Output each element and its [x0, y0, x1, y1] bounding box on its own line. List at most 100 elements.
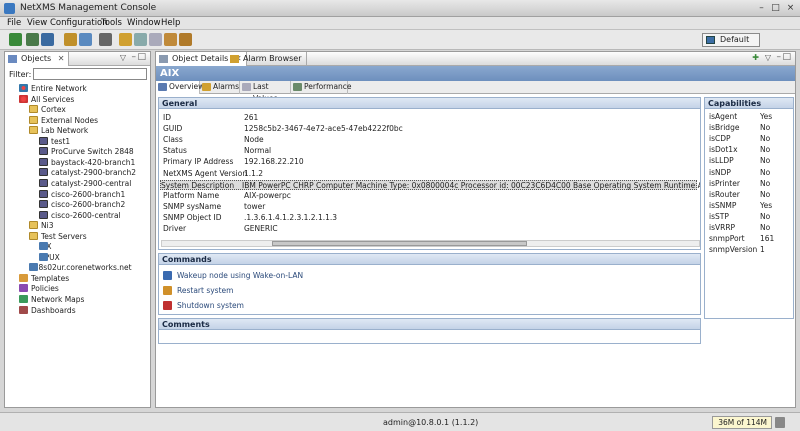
capability-value: No [760, 189, 771, 199]
general-row[interactable]: Class Node [163, 135, 693, 145]
refresh-view-icon[interactable]: ✚ [752, 53, 759, 62]
general-row[interactable]: Primary IP Address 192.168.22.210 [163, 157, 693, 167]
perspective-button[interactable]: Default [702, 33, 760, 47]
capability-row: isLLDP No [707, 156, 791, 166]
general-row[interactable]: GUID 1258c5b2-3467-4e72-ace5-47eb4222f0bc [163, 124, 693, 134]
menu-help[interactable]: Help [161, 18, 180, 28]
general-row[interactable]: SNMP sysName tower [163, 202, 693, 212]
menu-view[interactable]: View [27, 18, 47, 28]
view-menu-icon[interactable]: ▽ [765, 53, 771, 62]
general-row[interactable]: Status Normal [163, 146, 693, 156]
capability-row: isSTP No [707, 212, 791, 222]
tree-item[interactable]: Network Maps [19, 295, 84, 305]
tab-alarms[interactable]: Alarms [200, 81, 240, 94]
menu-tools[interactable]: Tools [101, 18, 122, 28]
tab-objects-label: Objects [21, 54, 52, 63]
node-icon [39, 242, 48, 251]
network-icon[interactable] [41, 33, 54, 46]
general-row-label: ID [163, 113, 171, 122]
capability-value: Yes [760, 200, 773, 210]
tree-item-label: catalyst-2900-branch2 [51, 168, 136, 178]
general-row[interactable]: Driver GENERIC [163, 224, 693, 234]
alarms-icon [202, 83, 211, 91]
menu-configuration[interactable]: Configuration [50, 18, 108, 28]
maximize-view-icon[interactable]: □ [137, 52, 146, 62]
garbage-collect-icon[interactable] [775, 417, 785, 428]
objects-tab-header: Objects ✕ ▽ – □ [5, 52, 150, 66]
capability-value: No [760, 223, 771, 232]
tree-item[interactable]: Ni3 [29, 221, 53, 231]
menu-window[interactable]: Window [127, 18, 161, 28]
copy-icon[interactable] [149, 33, 162, 46]
tree-item[interactable]: HPUX [39, 252, 60, 263]
filter-input[interactable] [33, 68, 147, 80]
tab-overview[interactable]: Overview [156, 81, 204, 94]
tree-item[interactable]: External Nodes [29, 115, 98, 126]
tree-item[interactable]: ProCurve Switch 2848 [39, 147, 134, 157]
scrollbar-thumb[interactable] [272, 241, 527, 246]
tree-item[interactable]: Cortex [29, 105, 66, 115]
tree-item[interactable]: baystack-420-branch1 [39, 157, 135, 168]
tab-alarms-label: Alarms [213, 82, 239, 91]
tree-item[interactable]: Dashboards [19, 305, 76, 316]
login-icon[interactable] [9, 33, 22, 46]
view-menu-icon[interactable]: ▽ [120, 53, 126, 62]
folder-icon[interactable] [64, 33, 77, 46]
dev-icon [39, 147, 48, 156]
tree-item[interactable]: Lab Network [29, 126, 88, 136]
tree-item[interactable]: All Services [19, 94, 74, 105]
tree-item[interactable]: catalyst-2900-branch2 [39, 168, 136, 178]
dev-icon [39, 157, 48, 166]
close-icon[interactable]: × [785, 3, 796, 14]
minimize-icon[interactable]: – [756, 3, 767, 14]
tab-alarm-browser[interactable]: Alarm Browser [227, 52, 307, 66]
tree-item-label: Ni3 [41, 221, 54, 231]
general-row-value: Normal [244, 146, 272, 156]
capability-value: 1 [760, 245, 765, 255]
document-icon[interactable] [134, 33, 147, 46]
capabilities-section: Capabilities isAgent Yes isBridge No isCDP No… [704, 97, 794, 319]
tools-icon[interactable] [179, 33, 192, 46]
tree-item[interactable]: test1 [39, 136, 70, 147]
general-row[interactable]: System Description IBM PowerPC CHRP Compu… [160, 179, 700, 190]
tree-item[interactable]: Entire Network [19, 84, 87, 94]
objects-icon[interactable] [79, 33, 92, 46]
tree-item[interactable]: catalyst-2900-central [39, 178, 131, 189]
tree-item[interactable]: cisco-2600-branch1 [39, 189, 125, 200]
tree-item[interactable]: Test Servers [29, 231, 87, 242]
minimize-view-icon[interactable]: – [132, 52, 137, 62]
minimize-view-icon[interactable]: – [777, 52, 782, 62]
general-row[interactable]: NetXMS Agent Version 1.1.2 [163, 169, 693, 179]
capability-label: isLLDP [709, 156, 734, 166]
performance-icon [293, 83, 302, 91]
refresh-icon[interactable] [26, 33, 39, 46]
tab-objects[interactable]: Objects ✕ [5, 52, 70, 66]
horizontal-scrollbar[interactable] [161, 240, 700, 247]
close-tab-icon[interactable]: ✕ [58, 54, 65, 63]
alarm-icon[interactable] [119, 33, 132, 46]
general-row-value: Node [244, 135, 264, 145]
tree-item[interactable]: Templates [19, 273, 69, 284]
general-row[interactable]: SNMP Object ID .1.3.6.1.4.1.2.3.1.2.1.1.3 [163, 213, 693, 223]
general-row-value: GENERIC [244, 224, 278, 233]
toolbar: Default [0, 30, 800, 50]
list-icon[interactable] [99, 33, 112, 46]
tree-item[interactable]: AIX [39, 242, 51, 252]
general-row[interactable]: Platform Name AIX-powerpc [163, 191, 693, 201]
tab-performance[interactable]: Performance [291, 81, 352, 94]
maximize-view-icon[interactable]: □ [782, 52, 791, 62]
menu-file[interactable]: File [7, 18, 21, 28]
node-icon [39, 252, 48, 261]
capability-value: No [760, 167, 771, 177]
details-tab-icon [159, 55, 168, 63]
restart-icon [163, 286, 172, 295]
tree-item[interactable]: cisco-2600-central [39, 210, 121, 221]
tab-last-values[interactable]: Last Values [240, 81, 291, 103]
tree-item[interactable]: b08s02ur.corenetworks.net [29, 263, 132, 273]
tree-item[interactable]: Policies [19, 284, 59, 294]
tree-item[interactable]: cisco-2600-branch2 [39, 200, 125, 210]
maximize-icon[interactable]: □ [770, 3, 781, 14]
settings-icon[interactable] [164, 33, 177, 46]
general-row[interactable]: ID 261 [163, 113, 693, 123]
window-title: NetXMS Management Console [20, 3, 157, 13]
